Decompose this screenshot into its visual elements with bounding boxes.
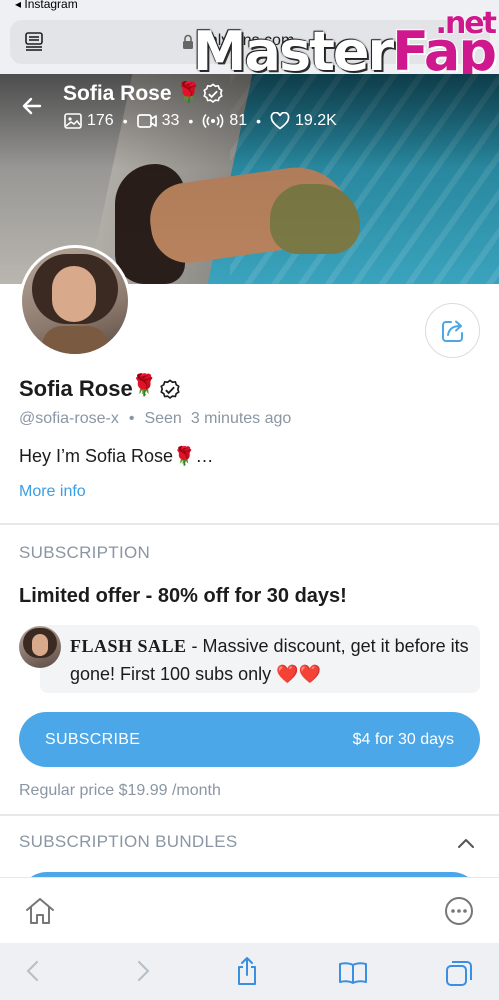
divider: [0, 814, 499, 816]
site-bottom-nav: [0, 877, 499, 943]
avatar-image: [22, 248, 128, 354]
verified-badge-icon: [203, 83, 223, 104]
reader-icon[interactable]: [24, 32, 44, 52]
heart-icon: [270, 112, 290, 130]
bundles-section-label[interactable]: SUBSCRIPTION BUNDLES: [19, 832, 238, 852]
status-bar: ◂ Instagram: [0, 0, 499, 12]
verified-badge-icon: [160, 379, 180, 400]
live-stream-icon: [202, 113, 224, 129]
profile-stats: 176 • 33 • 81 • 19.2K: [64, 110, 337, 132]
back-arrow-icon[interactable]: [20, 94, 44, 118]
divider: [0, 523, 499, 525]
offer-title: Limited offer - 80% off for 30 days!: [19, 585, 347, 607]
profile-name: Sofia Rose: [19, 376, 133, 401]
avatar[interactable]: [19, 245, 131, 357]
share-icon: [441, 320, 463, 342]
stat-videos: 33: [136, 112, 179, 130]
forward-icon[interactable]: [134, 959, 152, 983]
image-icon: [64, 113, 82, 129]
chevron-up-icon[interactable]: [456, 836, 476, 850]
profile-handle: @sofia-rose-x: [19, 410, 119, 427]
video-icon: [136, 114, 157, 128]
back-to-app-link[interactable]: ◂ Instagram: [15, 0, 78, 11]
tabs-icon[interactable]: [445, 959, 473, 987]
rose-emoji: 🌹: [176, 82, 201, 104]
bookmarks-icon[interactable]: [338, 961, 368, 985]
more-info-link[interactable]: More info: [19, 483, 86, 501]
subscribe-label: SUBSCRIBE: [45, 730, 141, 748]
more-options-icon[interactable]: [444, 896, 474, 926]
stat-likes: 19.2K: [270, 112, 337, 130]
regular-price: Regular price $19.99 /month: [19, 782, 221, 799]
subscribe-button[interactable]: SUBSCRIBE $4 for 30 days: [19, 712, 480, 767]
stat-streams: 81: [202, 112, 247, 130]
subscribe-price: $4 for 30 days: [352, 730, 454, 748]
share-sheet-icon[interactable]: [234, 956, 260, 986]
profile-bio: Hey I’m Sofia Rose🌹…: [19, 446, 214, 466]
seen-label: Seen: [144, 410, 182, 427]
cover-profile-name: Sofia Rose: [63, 82, 172, 105]
stat-photos: 176: [64, 112, 114, 130]
flash-sale-title: FLASH SALE: [70, 636, 187, 656]
browser-header: onlyfans.com MasterFap .net: [0, 6, 499, 83]
subscription-section-label: SUBSCRIPTION: [19, 543, 151, 562]
rose-emoji: 🌹: [131, 374, 158, 397]
home-icon[interactable]: [24, 896, 56, 926]
seen-time: 3 minutes ago: [190, 410, 292, 427]
flash-sale-text: FLASH SALE - Massive discount, get it be…: [70, 632, 470, 688]
handle-line: @sofia-rose-x • Seen 3 minutes ago: [19, 410, 292, 427]
flash-sale-avatar: [19, 626, 61, 668]
watermark-net: .net: [435, 6, 497, 41]
back-icon[interactable]: [24, 959, 42, 983]
browser-toolbar: [0, 943, 499, 1000]
share-button[interactable]: [425, 303, 480, 358]
